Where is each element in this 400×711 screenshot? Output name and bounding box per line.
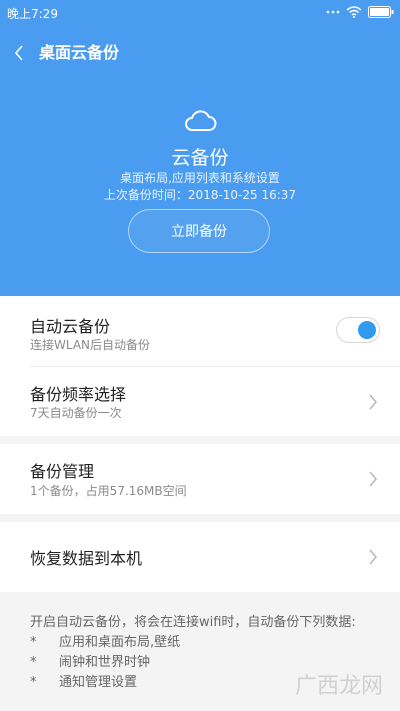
page-title: 桌面云备份 [39, 43, 120, 62]
backup-manage-subtitle: 1个备份，占用57.16MB空间 [30, 484, 187, 498]
hero-panel: 桌面云备份 云备份 桌面布局,应用列表和系统设置 上次备份时间：2018-10-… [0, 24, 400, 296]
backup-now-button[interactable]: 立即备份 [128, 209, 270, 253]
settings-section-1: 自动云备份 连接WLAN后自动备份 备份频率选择 7天自动备份一次 [0, 296, 400, 436]
bullet: * [30, 635, 37, 650]
backup-frequency-title: 备份频率选择 [30, 385, 127, 404]
status-time: 晚上7:29 [7, 7, 58, 21]
info-item-text: 通知管理设置 [59, 675, 138, 690]
auto-backup-title: 自动云备份 [30, 317, 111, 336]
hero-title: 云备份 [171, 147, 229, 169]
auto-backup-row[interactable]: 自动云备份 连接WLAN后自动备份 [0, 296, 400, 366]
info-intro: 开启自动云备份，将会在连接wifi时，自动备份下列数据: [30, 615, 356, 630]
auto-backup-toggle[interactable] [336, 317, 380, 343]
more-dots-icon [326, 10, 340, 14]
wifi-icon [346, 6, 362, 18]
backup-manage-title: 备份管理 [30, 462, 95, 481]
chevron-right-icon [369, 471, 377, 487]
info-item-text: 闹钟和世界时钟 [59, 655, 151, 670]
chevron-right-icon [369, 394, 377, 410]
status-bar: 晚上7:29 [0, 0, 400, 24]
restore-data-title: 恢复数据到本机 [30, 549, 143, 568]
back-button[interactable] [6, 40, 32, 66]
info-item-text: 应用和桌面布局,壁纸 [59, 635, 181, 650]
list-item: * 应用和桌面布局,壁纸 [30, 633, 375, 653]
watermark: 广西龙网 [295, 674, 384, 699]
cloud-icon [185, 110, 217, 131]
status-icons [326, 4, 394, 20]
bullet: * [30, 655, 37, 670]
backup-frequency-subtitle: 7天自动备份一次 [30, 406, 122, 420]
backup-manage-row[interactable]: 备份管理 1个备份，占用57.16MB空间 [0, 444, 400, 514]
settings-section-2: 备份管理 1个备份，占用57.16MB空间 [0, 444, 400, 514]
back-icon [14, 45, 23, 61]
settings-section-3: 恢复数据到本机 [0, 522, 400, 592]
bullet: * [30, 675, 37, 690]
hero-subtitle: 桌面布局,应用列表和系统设置 [120, 171, 280, 185]
toggle-knob [358, 321, 376, 339]
restore-data-row[interactable]: 恢复数据到本机 [0, 522, 400, 592]
chevron-right-icon [369, 549, 377, 565]
last-backup-time: 上次备份时间：2018-10-25 16:37 [103, 188, 297, 202]
battery-icon [368, 6, 394, 18]
auto-backup-subtitle: 连接WLAN后自动备份 [30, 338, 151, 352]
backup-frequency-row[interactable]: 备份频率选择 7天自动备份一次 [0, 367, 400, 436]
